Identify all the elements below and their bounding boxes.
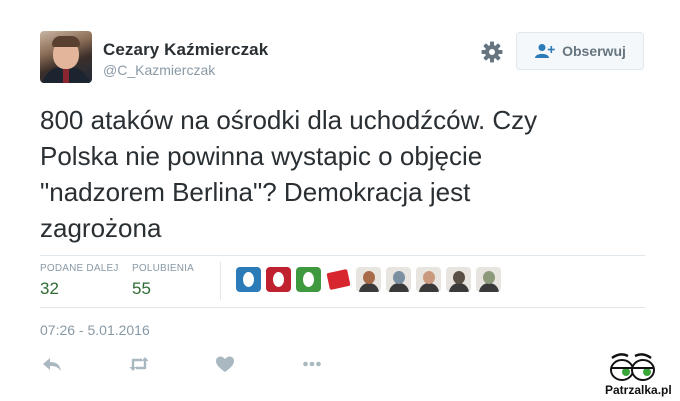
author-handle[interactable]: @C_Kazmierczak xyxy=(103,62,215,78)
divider xyxy=(40,255,645,256)
tweet-text-line: 800 ataków na ośrodki dla uchodźców. Czy xyxy=(40,105,538,135)
tweet-text-line: Polska nie powinna wystapic o objęcie xyxy=(40,141,483,171)
tweet-text-line: "nadzorem Berlina"? Demokracja jest xyxy=(40,177,471,207)
photo-body xyxy=(359,283,379,292)
liker-avatar[interactable] xyxy=(446,267,471,292)
follow-user-icon xyxy=(535,44,555,58)
avatar[interactable] xyxy=(40,31,92,83)
photo-head xyxy=(453,271,465,284)
liker-avatar[interactable] xyxy=(326,267,351,292)
likes-label: POLUBIENIA xyxy=(132,263,195,274)
tweet-text-line: zagrożona xyxy=(40,213,162,243)
gear-icon[interactable] xyxy=(480,40,504,64)
egg-icon xyxy=(303,272,314,287)
likers-avatars xyxy=(236,267,501,292)
liker-avatar[interactable] xyxy=(296,267,321,292)
liker-avatar[interactable] xyxy=(356,267,381,292)
reply-icon[interactable] xyxy=(40,352,64,376)
tweet-text: 800 ataków na ośrodki dla uchodźców. Czy… xyxy=(40,102,660,246)
divider xyxy=(40,307,645,308)
tweet-timestamp[interactable]: 07:26 - 5.01.2016 xyxy=(40,322,150,338)
liker-avatar[interactable] xyxy=(476,267,501,292)
photo-body xyxy=(419,283,439,292)
retweets-count[interactable]: 32 xyxy=(40,279,59,299)
photo-head xyxy=(393,271,405,284)
liker-avatar[interactable] xyxy=(266,267,291,292)
avatar-tie xyxy=(63,67,69,83)
logo-thumb xyxy=(326,269,351,290)
retweets-label: PODANE DALEJ xyxy=(40,263,119,274)
egg-icon xyxy=(273,272,284,287)
photo-head xyxy=(483,271,495,284)
avatar-hair xyxy=(52,36,80,47)
liker-avatar[interactable] xyxy=(416,267,441,292)
more-icon[interactable] xyxy=(300,352,324,376)
liker-avatar[interactable] xyxy=(236,267,261,292)
photo-body xyxy=(389,283,409,292)
stats-separator xyxy=(220,262,221,300)
retweet-icon[interactable] xyxy=(127,352,151,376)
photo-head xyxy=(423,271,435,284)
author-name[interactable]: Cezary Kaźmierczak xyxy=(103,40,268,60)
photo-body xyxy=(449,283,469,292)
follow-button[interactable]: Obserwuj xyxy=(516,32,644,70)
egg-icon xyxy=(243,272,254,287)
watermark-text: Patrzalka.pl xyxy=(605,383,672,397)
likes-count[interactable]: 55 xyxy=(132,279,151,299)
liker-avatar[interactable] xyxy=(386,267,411,292)
like-icon[interactable] xyxy=(213,352,237,376)
photo-head xyxy=(363,271,375,284)
follow-button-label: Obserwuj xyxy=(562,43,626,59)
photo-body xyxy=(479,283,499,292)
